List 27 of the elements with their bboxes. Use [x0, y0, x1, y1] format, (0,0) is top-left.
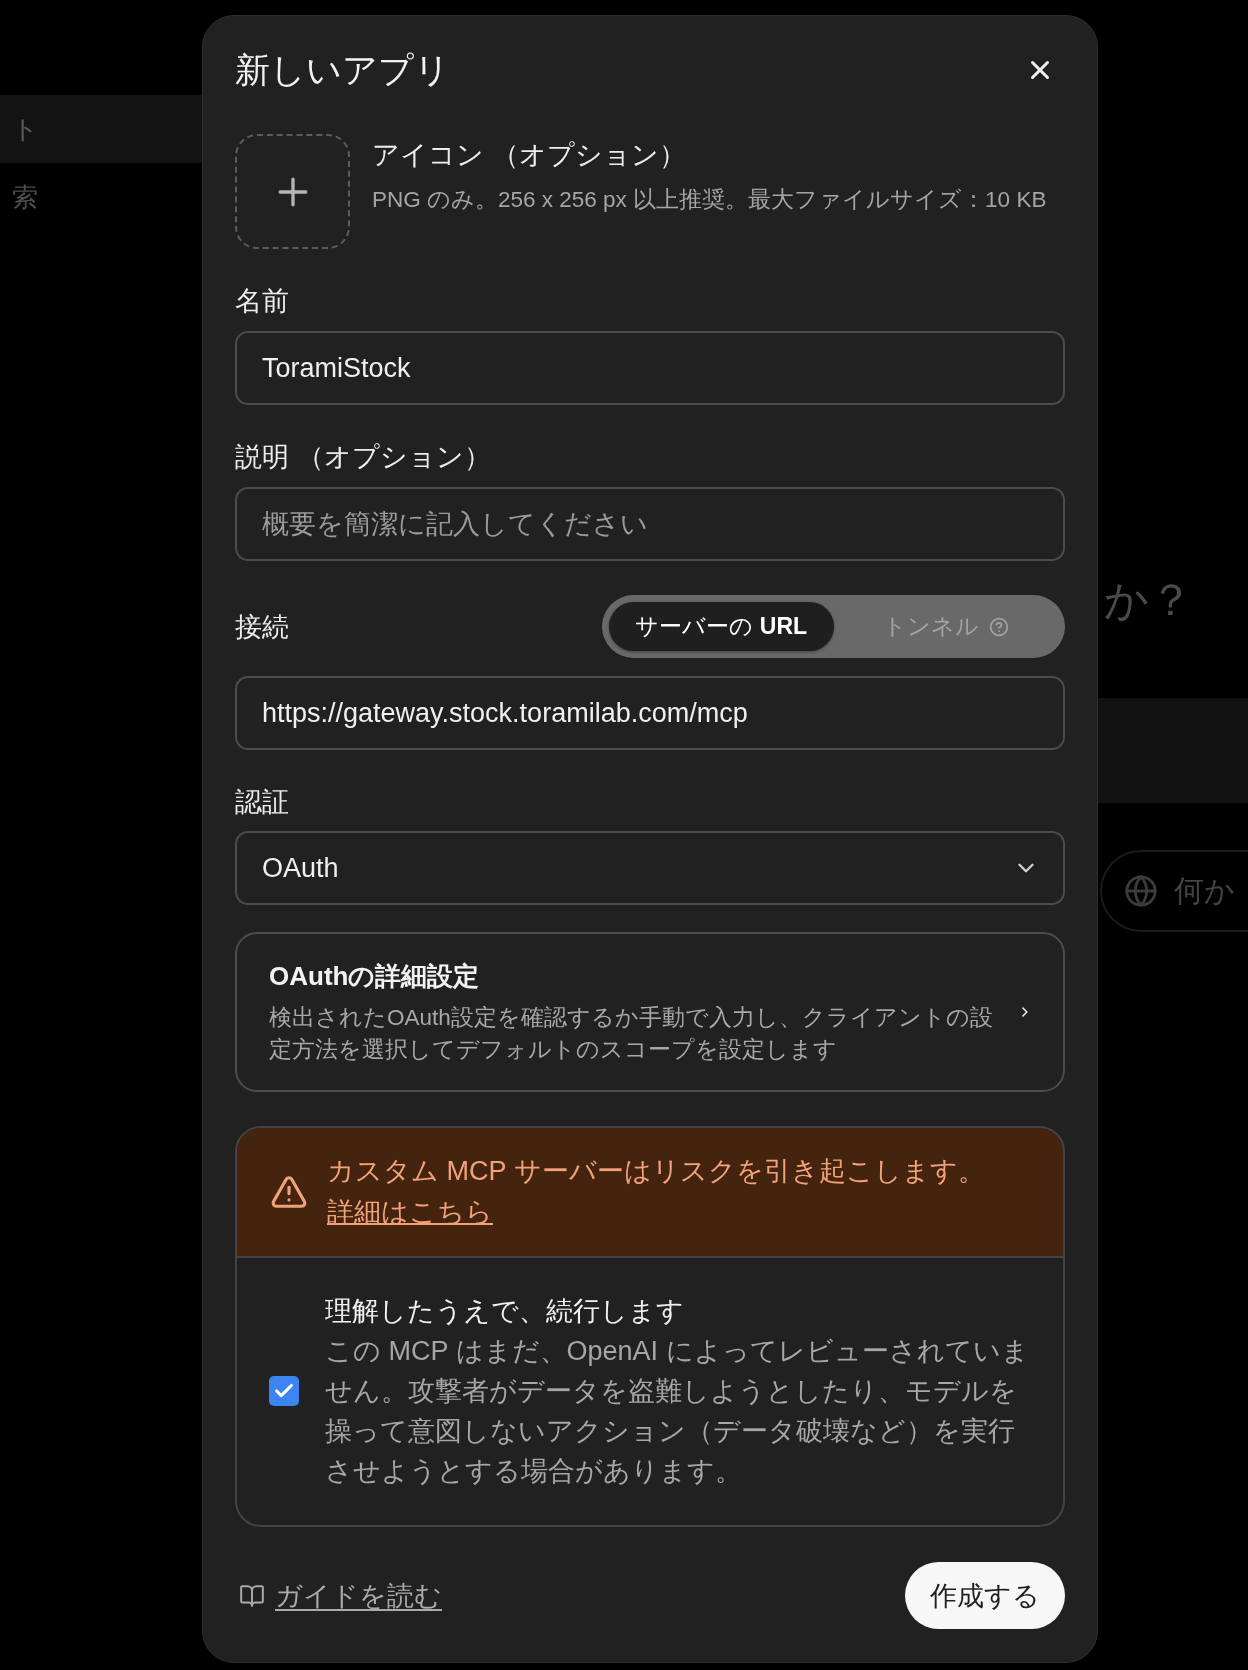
- background-heading: か？: [1103, 575, 1194, 625]
- acknowledge-text: この MCP はまだ、OpenAI によってレビューされていません。攻撃者がデータを盗難しようとしたり、モデルを操って意図しないアクション（データ破壊など）を実行させようとする場合があります。: [325, 1335, 1030, 1488]
- acknowledge-title: 理解したうえで、続行します: [325, 1295, 685, 1328]
- globe-icon: [1124, 874, 1158, 908]
- oauth-settings-card[interactable]: OAuthの詳細設定 検出されたOAuth設定を確認するか手動で入力し、クライアントの設定方法を選択してデフォルトのスコープを設定します: [235, 932, 1065, 1092]
- acknowledge-checkbox[interactable]: [269, 1376, 299, 1406]
- icon-hint: PNG のみ。256 x 256 px 以上推奨。最大ファイルサイズ：10 KB: [372, 186, 1047, 214]
- create-button[interactable]: 作成する: [905, 1562, 1065, 1629]
- name-field[interactable]: ToramiStock: [235, 331, 1065, 405]
- url-field[interactable]: https://gateway.stock.toramilab.com/mcp: [235, 676, 1065, 750]
- dialog-title: 新しいアプリ: [235, 50, 450, 90]
- guide-link[interactable]: ガイドを読む: [239, 1577, 442, 1614]
- icon-label: アイコン （オプション）: [372, 139, 687, 172]
- field-label: 名前: [235, 285, 290, 318]
- field-label: 説明 （オプション）: [235, 441, 492, 474]
- field-label: 認証: [235, 786, 290, 819]
- card-description: 検出されたOAuth設定を確認するか手動で入力し、クライアントの設定方法を選択してデフォルトのスコープを設定します: [269, 1004, 994, 1064]
- warning-icon: [270, 1173, 308, 1211]
- book-icon: [239, 1582, 265, 1609]
- auth-select[interactable]: OAuth: [235, 831, 1065, 905]
- icon-upload-button[interactable]: [235, 134, 350, 249]
- warning-text: カスタム MCP サーバーはリスクを引き起こします。 詳細はこちら: [327, 1155, 986, 1229]
- details-link[interactable]: 詳細はこちら: [327, 1197, 493, 1227]
- connection-tab[interactable]: サーバーの URL: [609, 602, 834, 651]
- field-label: 接続: [235, 610, 289, 644]
- card-title: OAuthの詳細設定: [269, 960, 481, 993]
- description-field[interactable]: 概要を簡潔に記入してください: [235, 487, 1065, 561]
